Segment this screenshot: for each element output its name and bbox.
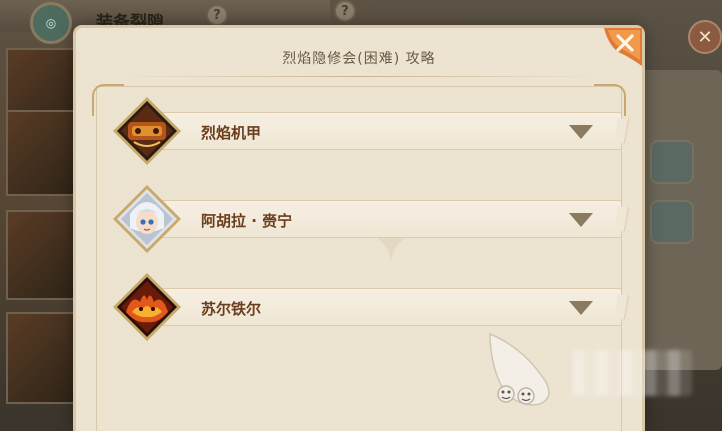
background-close-icon: ✕ — [688, 20, 722, 54]
boss-row[interactable]: 烈焰机甲 — [112, 96, 622, 166]
strategy-dialog: 烈焰隐修会(困难) 攻略 ✦ 烈焰机甲 阿胡拉 — [76, 28, 642, 431]
boss-name: 阿胡拉 · 赍宁 — [201, 212, 293, 230]
boss-row[interactable]: 阿胡拉 · 赍宁 — [112, 184, 622, 254]
background-card — [6, 110, 76, 196]
background-side-button — [650, 140, 694, 184]
help-icon-secondary[interactable]: ? — [334, 0, 356, 22]
silver-hair-girl-portrait — [112, 184, 182, 254]
blurred-watermark — [572, 350, 692, 396]
chevron-down-icon[interactable] — [567, 299, 595, 317]
boss-row-bar[interactable]: 烈焰机甲 — [158, 112, 622, 150]
background-card — [6, 312, 76, 404]
flame-mech-portrait — [112, 96, 182, 166]
boss-row-bar[interactable]: 苏尔铁尔 — [158, 288, 622, 326]
chevron-down-icon[interactable] — [567, 211, 595, 229]
background-logo-icon: ◎ — [30, 2, 72, 44]
chevron-down-icon[interactable] — [567, 123, 595, 141]
mascot-icon — [484, 328, 564, 408]
boss-name: 苏尔铁尔 — [201, 300, 262, 318]
background-card — [6, 210, 76, 300]
dialog-title: 烈焰隐修会(困难) 攻略 — [282, 51, 436, 67]
boss-name: 烈焰机甲 — [201, 124, 262, 142]
fire-demon-portrait — [112, 272, 182, 342]
title-divider — [116, 76, 602, 77]
close-button[interactable] — [598, 26, 644, 72]
background-side-button — [650, 200, 694, 244]
help-icon[interactable]: ? — [206, 4, 228, 26]
boss-row-bar[interactable]: 阿胡拉 · 赍宁 — [158, 200, 622, 238]
